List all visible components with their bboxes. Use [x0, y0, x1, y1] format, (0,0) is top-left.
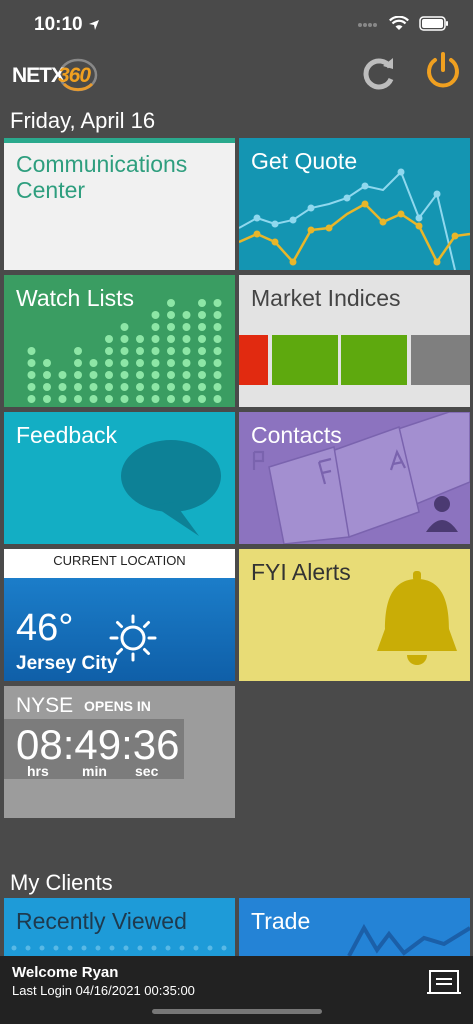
- minutes-label: min: [82, 763, 107, 779]
- logo-text: NETX: [12, 64, 65, 87]
- countdown-timer: 08:49:36 hrs min sec: [4, 719, 184, 779]
- seconds-label: sec: [135, 763, 159, 779]
- tile-get-quote[interactable]: Get Quote: [239, 138, 470, 270]
- tile-watch-lists[interactable]: Watch Lists: [4, 275, 235, 407]
- app-logo: NETX 360: [12, 58, 102, 92]
- home-indicator[interactable]: [152, 1009, 322, 1014]
- location-header: CURRENT LOCATION: [4, 549, 235, 578]
- power-icon: [427, 52, 459, 88]
- tile-title: Contacts: [251, 422, 342, 448]
- tile-fyi-alerts[interactable]: FYI Alerts: [239, 549, 470, 681]
- city-name: Jersey City: [16, 653, 118, 674]
- date-heading: Friday, April 16: [10, 108, 156, 133]
- menu-icon: [427, 970, 461, 994]
- tile-trade[interactable]: Trade: [239, 898, 470, 956]
- tile-title: Recently Viewed: [16, 908, 187, 934]
- temperature: 46°: [16, 607, 74, 649]
- last-login-value: 04/16/2021 00:35:00: [75, 983, 195, 998]
- tile-title: Watch Lists: [16, 285, 135, 311]
- cellular-signal-icon: [358, 22, 377, 27]
- tile-current-location[interactable]: CURRENT LOCATION 46° Jersey City: [4, 549, 235, 681]
- tile-nyse-countdown[interactable]: NYSE OPENS IN 08:49:36 hrs min sec: [4, 686, 235, 818]
- quote-graphic-icon: [239, 168, 470, 270]
- refresh-button[interactable]: [357, 52, 399, 94]
- exchange-label: NYSE: [16, 694, 74, 717]
- countdown-digits: 08:49:36: [16, 721, 180, 768]
- logout-button[interactable]: [422, 50, 464, 92]
- battery-icon: [419, 16, 448, 31]
- status-time: 10:10: [34, 14, 100, 36]
- status-bar: 10:10: [0, 0, 473, 48]
- hours-label: hrs: [27, 763, 49, 779]
- tile-recently-viewed[interactable]: Recently Viewed: [4, 898, 235, 956]
- logo-number: 360: [58, 64, 91, 87]
- tile-communications-center[interactable]: Communications Center: [4, 138, 235, 270]
- location-arrow-icon: [88, 19, 99, 30]
- status-icons: [357, 16, 449, 31]
- app-header: NETX 360: [0, 48, 473, 100]
- last-login-label: Last Login: [12, 983, 72, 998]
- tile-title: Trade: [251, 908, 311, 934]
- tile-title: FYI Alerts: [251, 559, 351, 585]
- welcome-text: Welcome Ryan: [12, 964, 119, 981]
- refresh-icon: [363, 58, 394, 90]
- tile-contacts[interactable]: Contacts: [239, 412, 470, 544]
- tile-title: Communications Center: [16, 151, 188, 203]
- index-bars-icon: [239, 335, 470, 385]
- opens-in-label: OPENS IN: [84, 698, 151, 714]
- tile-market-indices[interactable]: Market Indices: [239, 275, 470, 407]
- tile-title: Feedback: [16, 422, 118, 448]
- menu-button[interactable]: [427, 968, 461, 998]
- my-clients-heading: My Clients: [10, 870, 113, 895]
- wifi-icon: [389, 16, 409, 30]
- tile-feedback[interactable]: Feedback: [4, 412, 235, 544]
- last-login: Last Login 04/16/2021 00:35:00: [12, 983, 195, 998]
